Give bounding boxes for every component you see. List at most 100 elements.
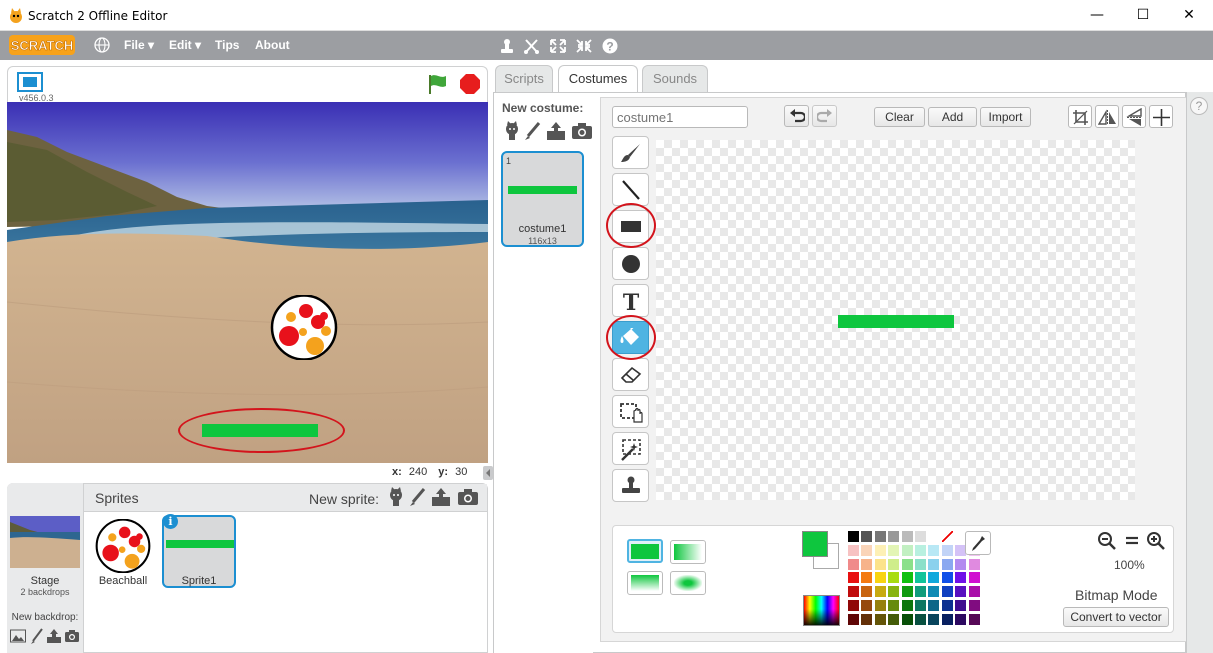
palette-color-swatch[interactable] [874,586,886,598]
palette-color-swatch[interactable] [941,558,953,570]
palette-color-swatch[interactable] [901,600,913,611]
upload-costume-icon[interactable] [546,121,566,141]
flip-vertical-button[interactable] [1122,105,1146,128]
palette-color-swatch[interactable] [848,558,859,570]
redo-button[interactable] [812,105,837,127]
camera-backdrop-icon[interactable] [64,629,80,643]
tab-scripts[interactable]: Scripts [495,65,553,93]
palette-color-swatch[interactable] [955,586,967,598]
set-center-button[interactable] [1149,105,1173,128]
palette-color-swatch[interactable] [901,558,913,570]
color-spectrum-picker[interactable] [803,595,840,626]
beachball-sprite[interactable] [270,295,338,360]
delete-scissors-icon[interactable] [523,38,541,54]
palette-color-swatch[interactable] [861,572,873,584]
zoom-reset-button[interactable] [1124,531,1142,550]
palette-color-swatch[interactable] [968,586,980,598]
eraser-tool[interactable] [612,358,649,391]
palette-color-swatch[interactable] [901,613,913,625]
line-tool[interactable] [612,173,649,206]
palette-color-swatch[interactable] [848,586,859,598]
remove-background-tool[interactable] [612,432,649,465]
brush-tool[interactable] [612,136,649,169]
maximize-button[interactable]: ☐ [1120,0,1166,31]
import-button[interactable]: Import [980,107,1031,127]
palette-color-swatch[interactable] [888,572,900,584]
palette-color-swatch[interactable] [915,531,926,542]
costume-name-input[interactable] [612,106,748,128]
palette-color-swatch[interactable] [968,600,980,611]
choose-costume-library-icon[interactable] [502,121,522,141]
clear-button[interactable]: Clear [874,107,925,127]
palette-color-swatch[interactable] [861,531,873,542]
eyedropper-button[interactable] [965,531,991,555]
palette-color-swatch[interactable] [848,572,859,584]
palette-color-swatch[interactable] [901,572,913,584]
about-menu[interactable]: About [255,38,290,52]
palette-color-swatch[interactable] [888,558,900,570]
stage-thumbnail[interactable] [10,516,80,568]
palette-color-swatch[interactable] [928,544,940,556]
close-window-button[interactable]: ✕ [1166,0,1212,31]
fill-solid-option[interactable] [627,539,663,563]
palette-color-swatch[interactable] [848,531,859,542]
palette-color-swatch[interactable] [941,613,953,625]
palette-color-swatch[interactable] [874,531,886,542]
flip-horizontal-button[interactable] [1095,105,1119,128]
block-help-icon[interactable]: ? [601,38,619,54]
stamp-tool[interactable] [612,469,649,502]
help-question-icon[interactable]: ? [1190,97,1208,115]
costume-tile-1-selected[interactable]: 1 costume1 116x13 [501,151,584,247]
green-bar-shape[interactable] [838,315,954,328]
palette-color-swatch[interactable] [915,600,926,611]
palette-color-swatch[interactable] [861,600,873,611]
green-flag-icon[interactable] [427,73,449,95]
palette-color-swatch[interactable] [928,613,940,625]
palette-color-swatch[interactable] [874,613,886,625]
fill-radial-gradient-option[interactable] [670,571,706,595]
sprite-tile-beachball[interactable]: Beachball [88,516,158,588]
palette-color-swatch[interactable] [941,586,953,598]
set-costume-center-button[interactable] [1068,105,1092,128]
transparent-color-swatch[interactable] [941,531,953,542]
palette-color-swatch[interactable] [915,586,926,598]
upload-backdrop-icon[interactable] [46,628,62,644]
palette-color-swatch[interactable] [968,572,980,584]
palette-color-swatch[interactable] [915,613,926,625]
palette-color-swatch[interactable] [941,600,953,611]
palette-color-swatch[interactable] [955,558,967,570]
fullscreen-icon[interactable] [17,72,43,92]
palette-color-swatch[interactable] [861,544,873,556]
palette-color-swatch[interactable] [888,531,900,542]
palette-color-swatch[interactable] [928,586,940,598]
stop-sign-icon[interactable] [459,73,481,95]
fill-horizontal-gradient-option[interactable] [670,540,706,564]
paint-new-sprite-icon[interactable] [408,487,428,507]
palette-color-swatch[interactable] [915,572,926,584]
palette-color-swatch[interactable] [901,586,913,598]
palette-color-swatch[interactable] [928,600,940,611]
tips-menu[interactable]: Tips [215,38,239,52]
tab-costumes[interactable]: Costumes [558,65,638,94]
palette-color-swatch[interactable] [874,572,886,584]
text-tool[interactable]: T [612,284,649,317]
add-button[interactable]: Add [928,107,977,127]
ellipse-tool[interactable] [612,247,649,280]
palette-color-swatch[interactable] [888,544,900,556]
palette-color-swatch[interactable] [968,558,980,570]
palette-color-swatch[interactable] [955,572,967,584]
palette-color-swatch[interactable] [874,600,886,611]
palette-color-swatch[interactable] [861,613,873,625]
minimize-button[interactable]: — [1074,0,1120,31]
paint-canvas[interactable] [656,140,1135,500]
palette-color-swatch[interactable] [928,558,940,570]
scratch-logo[interactable]: SCRATCH [9,35,75,55]
palette-color-swatch[interactable] [848,544,859,556]
camera-costume-icon[interactable] [571,122,593,141]
convert-to-vector-button[interactable]: Convert to vector [1063,607,1169,627]
palette-color-swatch[interactable] [848,600,859,611]
palette-color-swatch[interactable] [888,613,900,625]
paint-new-costume-icon[interactable] [524,121,542,141]
palette-color-swatch[interactable] [874,558,886,570]
stage-canvas[interactable] [7,102,488,463]
